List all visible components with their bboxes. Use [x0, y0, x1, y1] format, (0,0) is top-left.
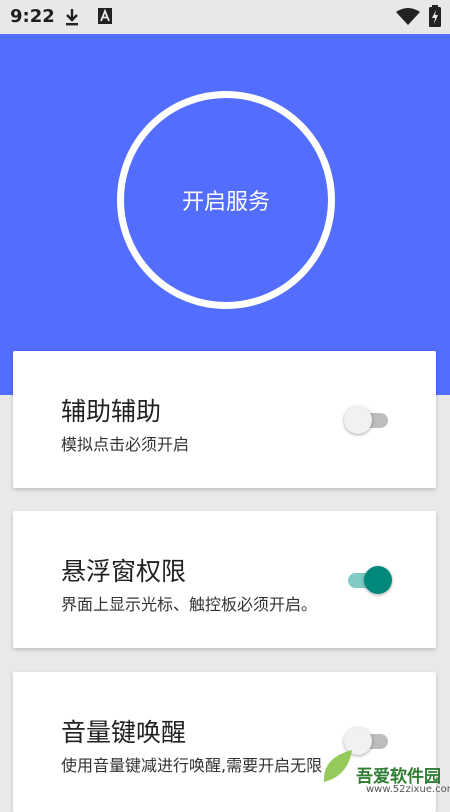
start-service-button[interactable]: 开启服务	[117, 91, 335, 309]
status-time: 9:22	[10, 6, 55, 27]
watermark-site: www.52zixue.com	[366, 784, 450, 795]
card-title: 悬浮窗权限	[61, 557, 187, 586]
wifi-icon	[396, 8, 420, 30]
card-title: 辅助辅助	[61, 397, 162, 426]
download-icon	[63, 7, 81, 31]
start-service-label: 开启服务	[181, 190, 270, 215]
accessibility-toggle[interactable]	[344, 404, 392, 436]
battery-charging-icon	[428, 5, 442, 31]
setting-card-overlay-permission: 悬浮窗权限 界面上显示光标、触控板必须开启。	[13, 511, 436, 648]
card-description: 模拟点击必须开启	[61, 435, 190, 454]
toggle-thumb	[364, 566, 392, 594]
hero-banner: 开启服务	[0, 34, 450, 395]
status-bar: 9:22	[0, 0, 450, 34]
overlay-permission-toggle[interactable]	[344, 564, 392, 596]
toggle-thumb	[344, 406, 372, 434]
setting-card-accessibility: 辅助辅助 模拟点击必须开启	[13, 351, 436, 488]
card-title: 音量键唤醒	[61, 718, 187, 747]
card-description: 使用音量键减进行唤醒,需要开启无限	[61, 756, 323, 775]
text-a-icon	[97, 7, 113, 29]
card-description: 界面上显示光标、触控板必须开启。	[61, 595, 318, 614]
leaf-logo-icon	[323, 750, 352, 782]
watermark-logo: 吾爱软件园 www.52zixue.com	[318, 732, 450, 800]
